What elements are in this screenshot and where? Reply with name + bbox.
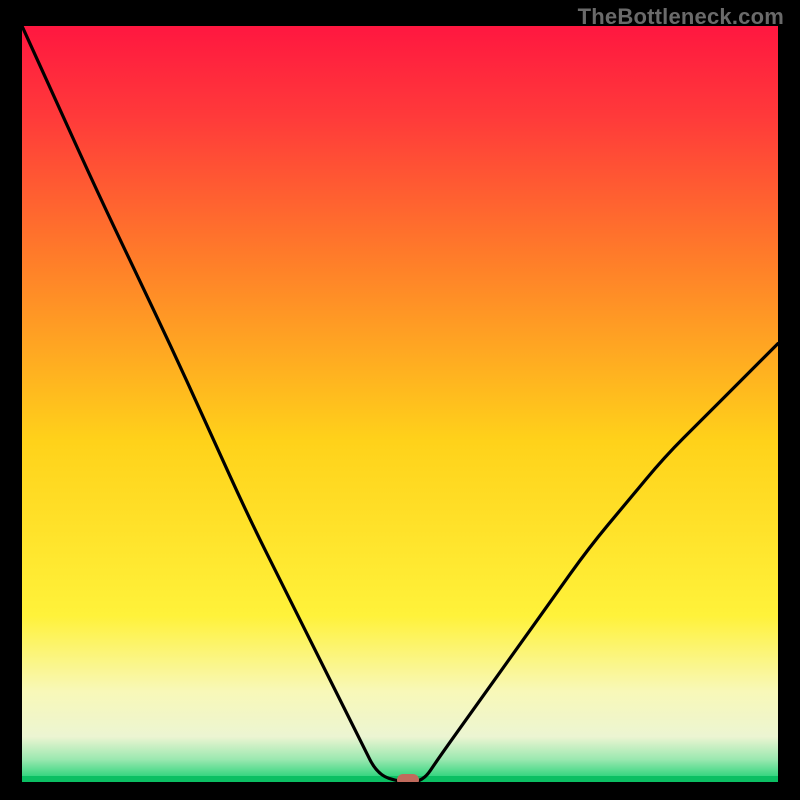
optimum-marker [397, 774, 419, 782]
gradient-background [22, 26, 778, 782]
plot-svg [22, 26, 778, 782]
chart-frame: TheBottleneck.com [0, 0, 800, 800]
plot-area [22, 26, 778, 782]
watermark-text: TheBottleneck.com [578, 4, 784, 30]
